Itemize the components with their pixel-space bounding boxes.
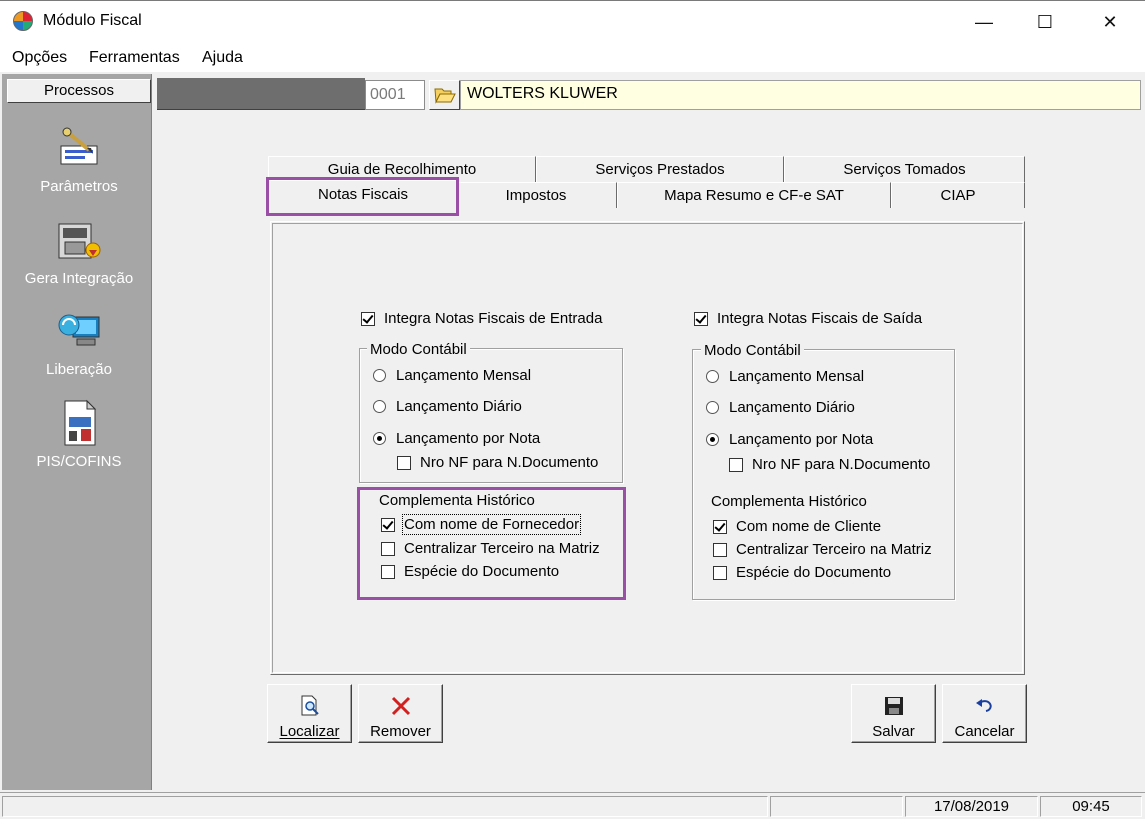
delete-x-icon [391,696,410,716]
menu-ajuda[interactable]: Ajuda [202,49,243,67]
saida-especie-documento-checkbox[interactable]: Espécie do Documento [713,564,891,581]
app-icon [13,11,33,31]
sidebar-item-label: Parâmetros [40,178,118,195]
remover-button[interactable]: Remover [358,684,443,743]
checkbox-box [729,457,743,472]
maximize-button[interactable]: ☐ [1022,0,1068,44]
sidebar-item-label: Liberação [46,361,112,378]
radio-label: Lançamento Mensal [396,367,532,384]
radio-circle [373,400,386,413]
checkbox-box [694,311,708,326]
company-code-field[interactable]: 0001 [365,80,425,110]
saida-centralizar-terceiro-checkbox[interactable]: Centralizar Terceiro na Matriz [713,541,932,558]
tab-ciap[interactable]: CIAP [891,182,1025,208]
integra-saida-label: Integra Notas Fiscais de Saída [717,310,923,327]
sidebar-item-gera-integracao[interactable]: Gera Integração [4,216,154,287]
radio-label: Lançamento por Nota [396,430,541,447]
tab-servicos-tomados[interactable]: Serviços Tomados [784,156,1025,182]
localizar-button[interactable]: Localizar [267,684,352,743]
radio-label: Lançamento Mensal [729,368,865,385]
radio-circle [706,401,719,414]
minimize-button[interactable]: — [961,0,1007,44]
checkbox-label: Espécie do Documento [736,564,892,581]
entrada-radio-diario[interactable]: Lançamento Diário [373,398,522,415]
checkbox-box [713,519,727,534]
checkbox-label: Com nome de Cliente [736,518,882,535]
remover-label: Remover [370,723,431,740]
company-bar [157,78,365,110]
salvar-button[interactable]: Salvar [851,684,936,743]
cancelar-button[interactable]: Cancelar [942,684,1027,743]
company-name-field: WOLTERS KLUWER [460,80,1141,110]
integra-entrada-checkbox[interactable]: Integra Notas Fiscais de Entrada [361,310,602,327]
active-tab-highlight [266,177,459,216]
checkbox-box [713,565,727,580]
release-icon [55,307,103,355]
entrada-nro-nf-checkbox[interactable]: Nro NF para N.Documento [397,454,598,471]
checkbox-box [361,311,375,326]
modo-contabil-entrada-title: Modo Contábil [367,341,470,358]
saida-radio-diario[interactable]: Lançamento Diário [706,399,855,416]
sidebar-item-label: Gera Integração [24,270,134,287]
localizar-label: Localizar [279,723,340,740]
complementa-saida-title: Complementa Histórico [711,493,867,510]
saida-nro-nf-checkbox[interactable]: Nro NF para N.Documento [729,456,930,473]
modo-contabil-saida-title: Modo Contábil [701,342,804,359]
saida-com-nome-cliente-checkbox[interactable]: Com nome de Cliente [713,518,881,535]
sidebar-item-label: PIS/COFINS [36,453,122,470]
integra-saida-checkbox[interactable]: Integra Notas Fiscais de Saída [694,310,922,327]
saida-radio-por-nota[interactable]: Lançamento por Nota [706,431,873,448]
checkbox-label: Centralizar Terceiro na Matriz [736,541,932,558]
integration-icon [55,216,103,264]
complementa-highlight [357,487,626,600]
radio-label: Lançamento por Nota [729,431,874,448]
undo-arrow-icon [975,699,992,712]
modo-contabil-saida-group [692,349,955,600]
sidebar-item-liberacao[interactable]: Liberação [4,307,154,378]
tab-mapa-resumo[interactable]: Mapa Resumo e CF-e SAT [617,182,891,208]
sidebar-item-parametros[interactable]: Parâmetros [4,124,154,195]
radio-circle [706,370,719,383]
folder-open-icon [433,88,456,104]
menu-ferramentas[interactable]: Ferramentas [89,49,180,67]
save-floppy-icon [884,697,903,715]
entrada-radio-mensal[interactable]: Lançamento Mensal [373,367,531,384]
checkbox-box [397,455,411,470]
radio-circle [706,433,719,446]
tab-servicos-prestados[interactable]: Serviços Prestados [536,156,784,182]
integra-entrada-label: Integra Notas Fiscais de Entrada [384,310,603,327]
window-title: Módulo Fiscal [43,12,142,29]
status-cell-empty [770,796,903,817]
entrada-radio-por-nota[interactable]: Lançamento por Nota [373,430,540,447]
radio-label: Lançamento Diário [729,399,855,416]
parameters-icon [55,124,103,172]
menu-opcoes[interactable]: Opções [12,49,67,67]
radio-circle [373,369,386,382]
search-document-icon [301,695,319,716]
status-time: 09:45 [1040,796,1142,817]
sidebar-header[interactable]: Processos [7,79,151,103]
salvar-label: Salvar [872,723,915,740]
pis-cofins-icon [55,399,103,447]
status-date: 17/08/2019 [905,796,1038,817]
saida-radio-mensal[interactable]: Lançamento Mensal [706,368,864,385]
checkbox-box [713,542,727,557]
open-company-button[interactable] [429,80,460,110]
radio-circle [373,432,386,445]
checkbox-label: Nro NF para N.Documento [420,454,599,471]
tab-impostos[interactable]: Impostos [455,182,617,208]
cancelar-label: Cancelar [954,723,1015,740]
status-cell-main [2,796,768,817]
close-button[interactable]: ✕ [1087,0,1133,44]
checkbox-label: Nro NF para N.Documento [752,456,931,473]
radio-label: Lançamento Diário [396,398,522,415]
sidebar-item-pis-cofins[interactable]: PIS/COFINS [4,399,154,470]
